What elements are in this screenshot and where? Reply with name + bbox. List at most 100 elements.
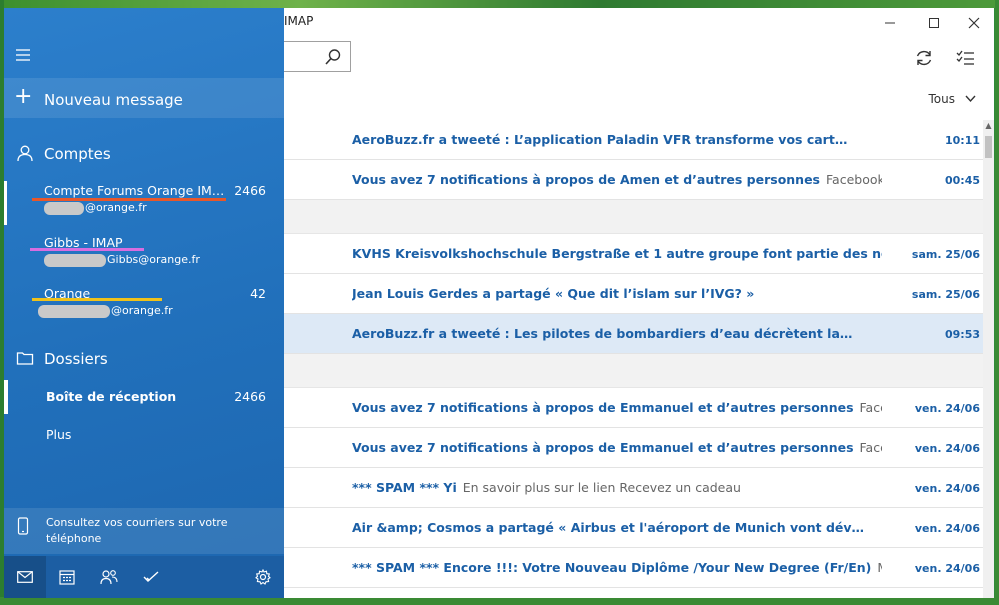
- message-list-scrollbar[interactable]: ▲: [983, 120, 994, 598]
- message-row[interactable]: AeroBuzz.fr a tweeté : L’application Pal…: [284, 120, 984, 160]
- close-button[interactable]: [954, 10, 994, 36]
- new-message-button[interactable]: + Nouveau message: [4, 78, 284, 118]
- calendar-button[interactable]: [46, 556, 88, 598]
- phone-promo[interactable]: Consultez vos courriers sur votre téléph…: [4, 508, 284, 554]
- message-row[interactable]: Air &amp; Cosmos a partagé « Airbus et l…: [284, 508, 984, 548]
- date-group-header: [284, 354, 984, 388]
- folder-icon: [16, 352, 34, 365]
- new-message-label: Nouveau message: [44, 91, 183, 109]
- message-row[interactable]: *** SPAM *** Yi En savoir plus sur le lie…: [284, 468, 984, 508]
- checklist-icon: [956, 50, 974, 65]
- message-preview: More than E: [877, 560, 882, 575]
- calendar-icon: [59, 570, 75, 585]
- chevron-down-icon: [965, 95, 976, 103]
- account-unread-count: 2466: [234, 183, 266, 198]
- desktop-background-bottom: [0, 597, 999, 605]
- plus-icon: +: [14, 84, 33, 109]
- message-time: ven. 24/06: [914, 482, 980, 495]
- sync-icon: [916, 50, 932, 66]
- annotation-underline-yellow: [32, 298, 162, 301]
- message-summary: KVHS Kreisvolkshochschule Bergstraße et …: [352, 246, 882, 261]
- mail-button[interactable]: [4, 556, 46, 598]
- message-row[interactable]: Vous avez 7 notifications à propos de Em…: [284, 428, 984, 468]
- search-input[interactable]: [284, 41, 351, 72]
- folder-more[interactable]: Plus: [4, 418, 284, 452]
- message-summary: *** SPAM *** Yi En savoir plus sur le lie…: [352, 480, 882, 495]
- message-subject: Vous avez 7 notifications à propos de Am…: [352, 172, 820, 187]
- sync-button[interactable]: [907, 44, 941, 72]
- message-summary: Vous avez 7 notifications à propos de Am…: [352, 172, 882, 187]
- message-summary: Air &amp; Cosmos a partagé « Airbus et l…: [352, 520, 882, 535]
- redacted-email-blur: [38, 304, 110, 318]
- search-icon[interactable]: [324, 48, 342, 66]
- annotation-underline-red: [32, 198, 226, 201]
- hamburger-menu-icon[interactable]: [14, 46, 34, 64]
- people-button[interactable]: [88, 556, 130, 598]
- phone-icon: [17, 517, 29, 535]
- close-icon: [968, 17, 980, 29]
- gear-icon: [255, 569, 271, 585]
- folder-inbox[interactable]: Boîte de réception 2466: [4, 380, 284, 414]
- window-title: IMAP: [284, 14, 314, 28]
- maximize-button[interactable]: [914, 10, 954, 36]
- message-time: sam. 25/06: [911, 288, 980, 301]
- message-summary: Vous avez 7 notifications à propos de Em…: [352, 440, 882, 455]
- folder-unread-count: 2466: [234, 389, 266, 404]
- maximize-icon: [929, 18, 939, 28]
- message-subject: KVHS Kreisvolkshochschule Bergstraße et …: [352, 246, 882, 261]
- account-item-forums-orange[interactable]: Compte Forums Orange IM… 2466 @orange.fr: [4, 181, 284, 225]
- message-preview: Facebook Emile, c: [859, 440, 882, 455]
- redacted-email-blur: [44, 253, 106, 267]
- phone-promo-text: Consultez vos courriers sur votre téléph…: [46, 516, 228, 545]
- desktop-background-top: [0, 0, 999, 8]
- message-preview: En savoir plus sur le lien Recevez un ca…: [462, 480, 741, 495]
- redacted-email-blur: [44, 201, 84, 215]
- message-summary: AeroBuzz.fr a tweeté : L’application Pal…: [352, 132, 882, 147]
- message-row[interactable]: Vous avez 7 notifications à propos de Em…: [284, 388, 984, 428]
- settings-button[interactable]: [242, 556, 284, 598]
- accounts-header[interactable]: Comptes: [4, 140, 284, 168]
- message-row[interactable]: AeroBuzz.fr a tweeté : Les pilotes de bo…: [284, 314, 984, 354]
- message-preview: Facebook Emile, consu: [826, 172, 882, 187]
- folders-header[interactable]: Dossiers: [4, 345, 284, 373]
- message-subject: Vous avez 7 notifications à propos de Em…: [352, 400, 854, 415]
- message-summary: Jean Louis Gerdes a partagé « Que dit l’…: [352, 286, 882, 301]
- message-summary: AeroBuzz.fr a tweeté : Les pilotes de bo…: [352, 326, 882, 341]
- navigation-pane: + Nouveau message Comptes Compte Forums …: [4, 8, 284, 598]
- message-row[interactable]: Vous avez 7 notifications à propos de Am…: [284, 160, 984, 200]
- minimize-button[interactable]: [870, 10, 910, 36]
- person-icon: [17, 145, 33, 162]
- active-folder-indicator: [4, 380, 8, 414]
- message-list: AeroBuzz.fr a tweeté : L’application Pal…: [284, 120, 984, 598]
- message-row[interactable]: Jean Louis Gerdes a partagé « Que dit l’…: [284, 274, 984, 314]
- message-subject: AeroBuzz.fr a tweeté : Les pilotes de bo…: [352, 326, 853, 341]
- message-subject: Jean Louis Gerdes a partagé « Que dit l’…: [352, 286, 755, 301]
- scroll-thumb[interactable]: [985, 136, 992, 158]
- todo-button[interactable]: [130, 556, 172, 598]
- account-item-gibbs[interactable]: Gibbs - IMAP Gibbs@orange.fr: [4, 233, 284, 277]
- folder-label: Boîte de réception: [46, 389, 177, 404]
- message-row[interactable]: KVHS Kreisvolkshochschule Bergstraße et …: [284, 234, 984, 274]
- account-email: @orange.fr: [38, 304, 173, 318]
- folders-title: Dossiers: [44, 350, 108, 368]
- message-time: ven. 24/06: [914, 562, 980, 575]
- title-bar[interactable]: IMAP: [284, 8, 994, 38]
- account-email: Gibbs@orange.fr: [44, 253, 200, 267]
- message-time: ven. 24/06: [914, 522, 980, 535]
- message-subject: *** SPAM *** Encore !!!: Votre Nouveau D…: [352, 560, 872, 575]
- account-name: Compte Forums Orange IM…: [44, 183, 225, 198]
- scroll-up-arrow[interactable]: ▲: [984, 122, 993, 130]
- desktop-background-right: [995, 0, 999, 605]
- message-subject: *** SPAM *** Yi: [352, 480, 457, 495]
- annotation-underline-pink: [30, 248, 144, 251]
- message-time: 10:11: [944, 134, 980, 147]
- message-time: ven. 24/06: [914, 402, 980, 415]
- accounts-title: Comptes: [44, 145, 111, 163]
- message-time: sam. 25/06: [911, 248, 980, 261]
- filter-dropdown[interactable]: Tous: [929, 92, 977, 106]
- folder-label: Plus: [46, 427, 72, 442]
- message-row[interactable]: *** SPAM *** Encore !!!: Votre Nouveau D…: [284, 548, 984, 588]
- selection-mode-button[interactable]: [949, 44, 983, 72]
- message-subject: AeroBuzz.fr a tweeté : L’application Pal…: [352, 132, 848, 147]
- account-item-orange[interactable]: Orange 42 @orange.fr: [4, 284, 284, 328]
